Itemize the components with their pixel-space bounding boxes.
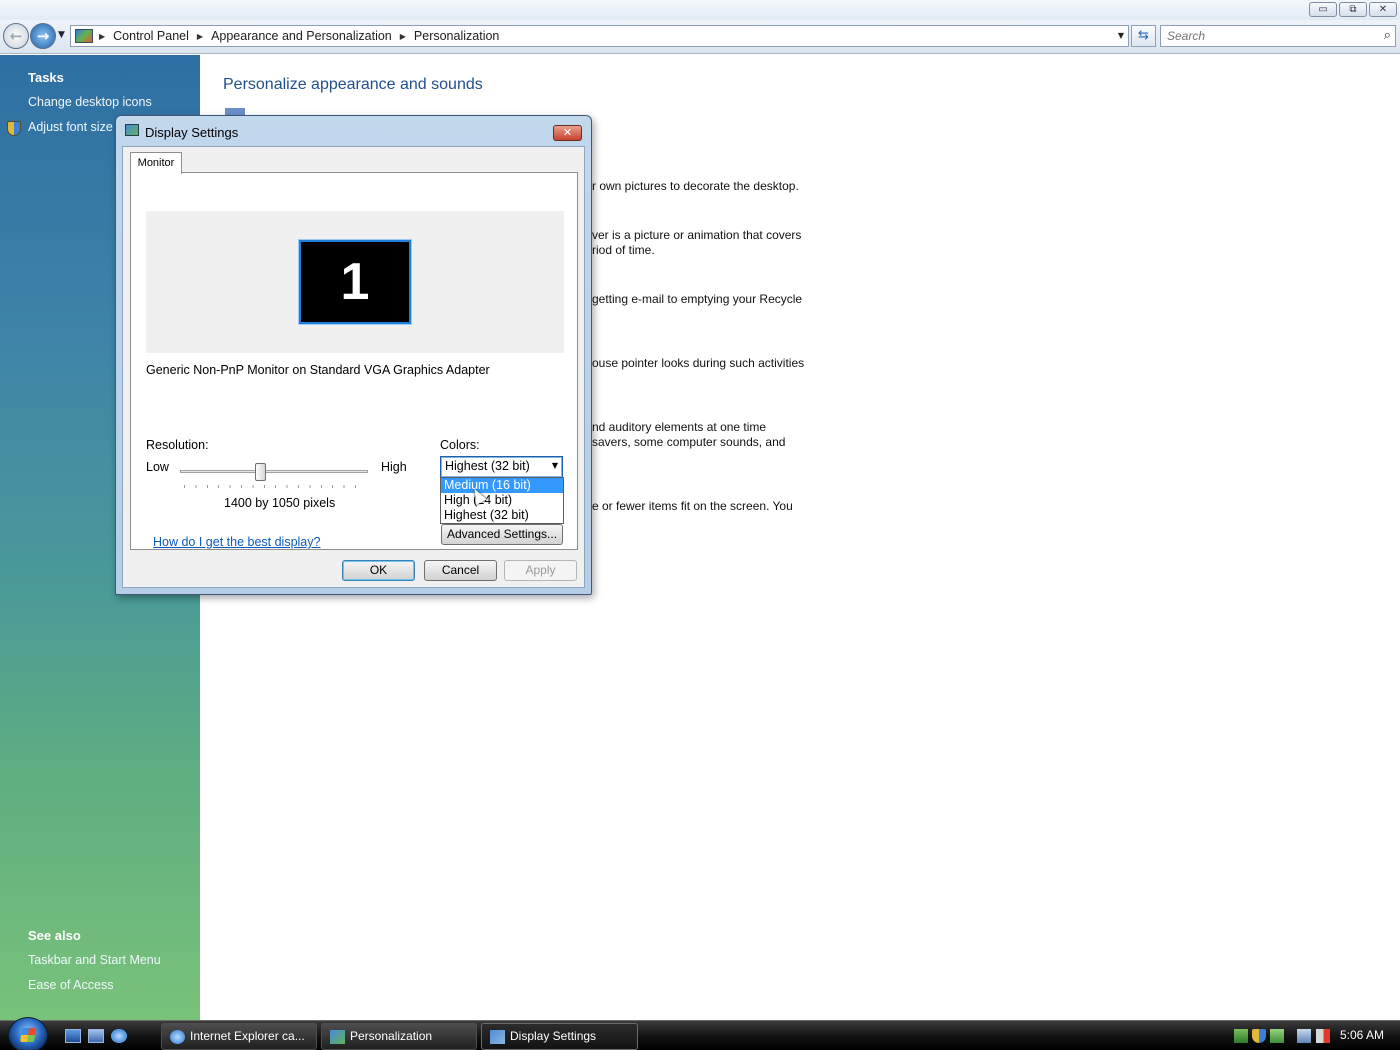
refresh-icon: ⇆ [1138, 28, 1149, 43]
dialog-title: Display Settings [145, 125, 239, 140]
taskbar-button-display-settings[interactable]: Display Settings [481, 1023, 638, 1050]
address-toolbar: ← → ▼ ▶ Control Panel ▶ Appearance and P… [0, 20, 1400, 54]
theme-description: nd auditory elements at one time [592, 420, 767, 434]
breadcrumb-chevron-icon[interactable]: ▶ [400, 32, 406, 41]
mouse-pointers-description: ouse pointer looks during such activitie… [592, 356, 805, 370]
display-settings-description: e or fewer items fit on the screen. You [592, 499, 793, 513]
search-icon[interactable]: ⌕ [1384, 28, 1391, 43]
tab-monitor[interactable]: Monitor [130, 152, 182, 174]
personalization-icon [330, 1030, 345, 1044]
taskbar-button-personalization[interactable]: Personalization [321, 1023, 477, 1050]
address-dropdown-icon[interactable]: ▼ [1118, 31, 1124, 40]
breadcrumb-chevron-icon[interactable]: ▶ [197, 32, 203, 41]
refresh-button[interactable]: ⇆ [1131, 25, 1156, 47]
dropdown-arrow-icon[interactable]: ▼ [552, 461, 558, 470]
screen-saver-description-cont: riod of time. [592, 243, 655, 257]
display-settings-icon [490, 1030, 505, 1044]
uac-shield-icon [7, 121, 21, 136]
show-desktop-icon[interactable] [65, 1029, 81, 1043]
monitor-arrangement-area: 1 [146, 211, 564, 353]
dialog-title-bar[interactable]: Display Settings ✕ [116, 116, 591, 146]
window-title-bar: ▭ ⧉ ✕ [0, 0, 1400, 20]
task-adjust-font-size[interactable]: Adjust font size ( [28, 120, 120, 134]
task-change-desktop-icons[interactable]: Change desktop icons [28, 95, 152, 109]
forward-arrow-icon: → [36, 27, 50, 45]
resolution-label: Resolution: [146, 438, 209, 452]
close-window-button[interactable]: ✕ [1369, 2, 1397, 17]
sounds-description: getting e-mail to emptying your Recycle [592, 292, 803, 306]
back-arrow-icon: ← [9, 27, 23, 45]
address-bar[interactable]: ▶ Control Panel ▶ Appearance and Persona… [70, 25, 1129, 47]
taskbar-clock[interactable]: 5:06 AM [1340, 1028, 1384, 1042]
slider-track[interactable] [180, 470, 368, 473]
maximize-button[interactable]: ⧉ [1339, 2, 1367, 17]
best-display-help-link[interactable]: How do I get the best display? [153, 535, 320, 549]
colors-label: Colors: [440, 438, 480, 452]
breadcrumb-appearance[interactable]: Appearance and Personalization [211, 29, 392, 43]
display-settings-dialog: Display Settings ✕ Monitor 1 Generic Non… [115, 115, 592, 595]
internet-explorer-icon [170, 1030, 185, 1044]
slider-ticks [184, 485, 366, 488]
apply-button[interactable]: Apply [504, 560, 577, 581]
monitor-tile[interactable]: 1 [298, 239, 412, 325]
taskbar-button-internet-explorer[interactable]: Internet Explorer ca... [161, 1023, 317, 1050]
recent-pages-dropdown-icon[interactable]: ▼ [58, 30, 65, 40]
windows-logo-icon [20, 1028, 36, 1042]
see-also-heading: See also [28, 928, 81, 943]
start-button[interactable] [8, 1017, 48, 1050]
resolution-low-label: Low [146, 460, 169, 474]
resolution-slider[interactable] [180, 463, 368, 493]
desktop-background-description: r own pictures to decorate the desktop. [592, 179, 799, 193]
forward-button[interactable]: → [30, 23, 56, 49]
network-connection-icon[interactable] [1297, 1029, 1311, 1043]
theme-description-cont: savers, some computer sounds, and [592, 435, 786, 449]
breadcrumb-control-panel[interactable]: Control Panel [113, 29, 189, 43]
taskbar-button-label: Display Settings [510, 1029, 597, 1043]
breadcrumb-chevron-icon[interactable]: ▶ [99, 32, 105, 41]
display-settings-icon [125, 124, 139, 136]
tasks-heading: Tasks [28, 70, 64, 85]
colors-dropdown-list: Medium (16 bit) High (24 bit) Highest (3… [440, 477, 564, 524]
windows-update-icon[interactable] [1270, 1029, 1284, 1043]
control-panel-icon [75, 29, 93, 43]
see-also-ease-of-access[interactable]: Ease of Access [28, 978, 113, 992]
breadcrumb-personalization[interactable]: Personalization [414, 29, 499, 43]
cancel-button[interactable]: Cancel [424, 560, 497, 581]
back-button[interactable]: ← [3, 23, 29, 49]
monitor-number: 1 [340, 253, 370, 311]
taskbar-button-label: Internet Explorer ca... [190, 1029, 305, 1043]
slider-thumb[interactable] [255, 463, 266, 481]
switch-windows-icon[interactable] [88, 1029, 104, 1043]
monitor-description: Generic Non-PnP Monitor on Standard VGA … [146, 363, 490, 377]
monitor-tab-panel: 1 Generic Non-PnP Monitor on Standard VG… [130, 172, 578, 550]
dialog-close-button[interactable]: ✕ [553, 125, 582, 141]
search-box[interactable]: ⌕ [1160, 25, 1396, 47]
network-status-icon[interactable] [1234, 1029, 1248, 1043]
volume-muted-icon[interactable] [1316, 1029, 1330, 1043]
screen-saver-description: ver is a picture or animation that cover… [592, 228, 802, 242]
taskbar: Internet Explorer ca... Personalization … [0, 1017, 1400, 1050]
advanced-settings-button[interactable]: Advanced Settings... [441, 524, 563, 545]
colors-dropdown[interactable]: Highest (32 bit) ▼ [440, 456, 563, 478]
color-option-high[interactable]: High (24 bit) [441, 493, 563, 508]
colors-selected-value: Highest (32 bit) [445, 459, 530, 473]
search-input[interactable] [1161, 26, 1371, 46]
dialog-body: Monitor 1 Generic Non-PnP Monitor on Sta… [122, 146, 585, 588]
page-title: Personalize appearance and sounds [223, 76, 483, 93]
taskbar-button-label: Personalization [350, 1029, 433, 1043]
see-also-taskbar-start-menu[interactable]: Taskbar and Start Menu [28, 953, 161, 967]
security-center-icon[interactable] [1252, 1029, 1266, 1043]
resolution-value: 1400 by 1050 pixels [224, 496, 336, 510]
resolution-high-label: High [381, 460, 407, 474]
internet-explorer-icon[interactable] [111, 1029, 127, 1043]
ok-button[interactable]: OK [342, 560, 415, 581]
color-option-medium[interactable]: Medium (16 bit) [441, 478, 563, 493]
minimize-button[interactable]: ▭ [1309, 2, 1337, 17]
color-option-highest[interactable]: Highest (32 bit) [441, 508, 563, 523]
